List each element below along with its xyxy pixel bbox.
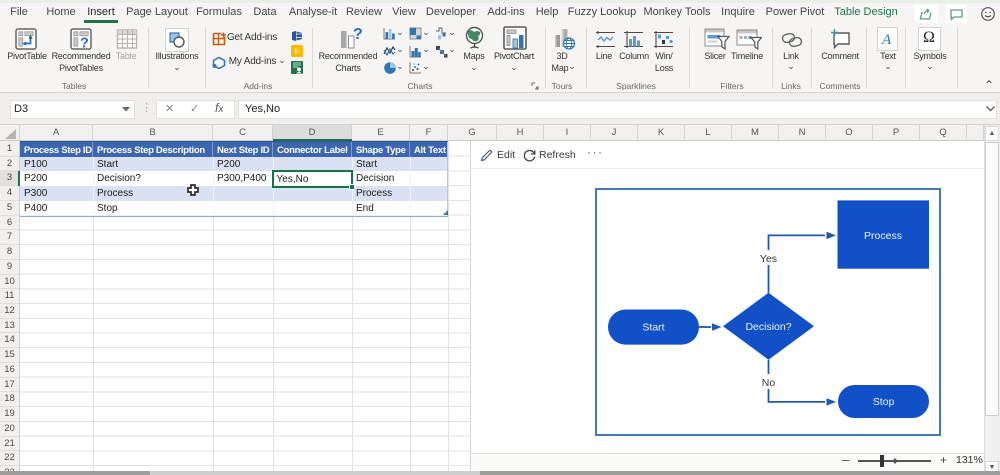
- svg-text:?: ?: [353, 27, 362, 43]
- svg-text:Start: Start: [642, 322, 664, 334]
- svg-text:?: ?: [80, 36, 89, 51]
- svg-text:Yes: Yes: [760, 253, 777, 265]
- svg-text:Decision?: Decision?: [745, 321, 791, 333]
- svg-text:Process: Process: [864, 230, 902, 242]
- svg-text:Stop: Stop: [873, 396, 895, 408]
- svg-text:A: A: [881, 32, 892, 47]
- svg-text:No: No: [762, 377, 776, 389]
